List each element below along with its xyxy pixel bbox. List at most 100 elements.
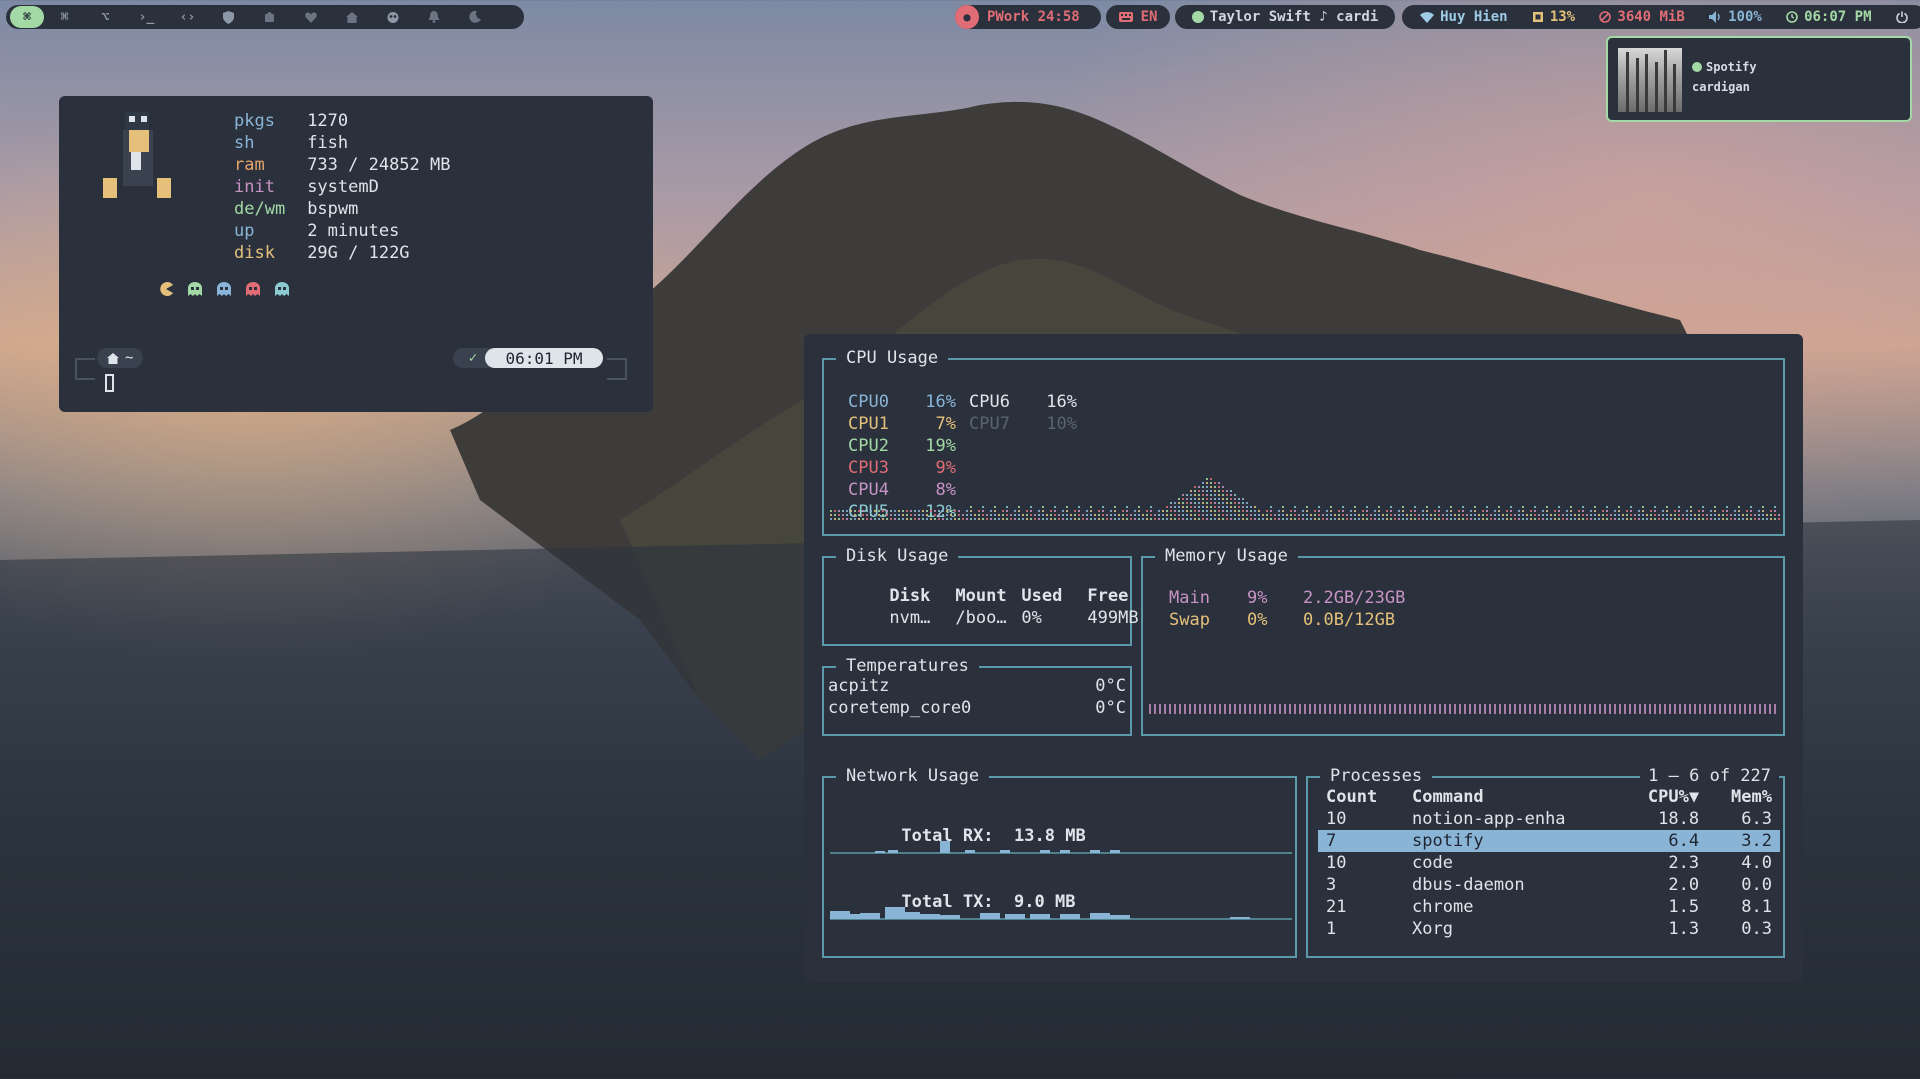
ghost-icon — [246, 282, 260, 296]
rx-graph — [830, 841, 1292, 854]
process-panel: Processes 1 – 6 of 227 Count Command CPU… — [1306, 766, 1785, 958]
fetch-key: up — [234, 221, 255, 241]
process-cell: 1.3 — [1668, 919, 1700, 939]
cpu-core-name: CPU7 — [969, 414, 1010, 434]
fetch-row: pkgs 1270 — [234, 110, 472, 132]
clock-icon — [1786, 11, 1798, 23]
workspace-6[interactable] — [208, 6, 249, 28]
disk-panel: Disk Usage Disk Mount Used Free nvm…/boo… 0%… — [822, 546, 1139, 646]
col-count[interactable]: Count — [1318, 786, 1404, 808]
fetch-value: 29G / 122G — [307, 243, 410, 263]
workspace-12[interactable] — [454, 6, 495, 28]
tx-graph — [830, 907, 1292, 920]
shield-icon — [223, 10, 234, 24]
workspace-7[interactable] — [249, 6, 290, 28]
status-bar: Huy Hien 13% 3640 MiB 100% 06:07 PM — [1402, 5, 1920, 29]
ghost-icon — [217, 282, 231, 296]
process-row[interactable]: 3 dbus-daemon 2.0 0.0 — [1318, 874, 1780, 896]
disk-panel-title: Disk Usage — [836, 546, 959, 566]
memory-amount: 0.0B/12GB — [1303, 610, 1396, 630]
process-cell: 2.3 — [1668, 853, 1700, 873]
process-cell: 8.1 — [1741, 897, 1772, 917]
now-playing-text: Taylor Swift ♪ cardi — [1209, 9, 1379, 25]
pomodoro-timer: PWork 24:58 — [987, 9, 1080, 25]
pomodoro-widget[interactable]: ● PWork 24:58 — [955, 5, 1101, 29]
disk-cell: 499MB — [1087, 608, 1139, 628]
process-cell: 7 — [1318, 830, 1405, 852]
fetch-value: systemD — [307, 177, 379, 197]
volume-status[interactable]: 100% — [1709, 9, 1762, 25]
process-row[interactable]: 1 Xorg 1.3 0.3 — [1318, 918, 1780, 940]
cpu-icon — [1532, 12, 1543, 22]
disk-cell: 0% — [1021, 608, 1042, 628]
fetch-value: 733 / 24852 MB — [307, 155, 451, 175]
col-command[interactable]: Command — [1404, 786, 1621, 808]
process-cell: notion-app-enha — [1412, 809, 1566, 829]
prompt-bracket-left — [75, 358, 95, 380]
owl-icon — [387, 12, 398, 23]
home-icon — [345, 11, 358, 23]
cpu-core-value: 10% — [1046, 414, 1077, 434]
memory-name: Swap — [1169, 610, 1210, 630]
process-cell: 10 — [1326, 809, 1347, 829]
process-cell: 4.0 — [1741, 853, 1772, 873]
temp-row: acpitz 0°C — [828, 676, 1126, 696]
fetch-info: pkgs 1270 sh fish ram 733 / 24852 MB init syste… — [234, 110, 472, 264]
cpu-core-list-b: CPU6 16% CPU7 10% — [969, 392, 1077, 436]
workspace-3[interactable]: ⌥ — [85, 6, 126, 28]
workspace-5[interactable]: ‹› — [167, 6, 208, 28]
fetch-row: sh fish — [234, 132, 472, 154]
temp-sensor: acpitz — [828, 676, 890, 696]
spotify-notification[interactable]: Spotify cardigan — [1606, 36, 1912, 122]
network-panel: Network Usage Total RX: 13.8 MB Total TX… — [822, 766, 1297, 958]
workspace-8[interactable] — [290, 6, 331, 28]
wifi-status[interactable]: Huy Hien — [1420, 9, 1508, 25]
workspace-1[interactable]: ⌘ — [10, 6, 44, 28]
workspace-11[interactable] — [413, 6, 454, 28]
process-cell: dbus-daemon — [1412, 875, 1525, 895]
color-ghosts — [159, 282, 289, 296]
temp-row: coretemp_core0 0°C — [828, 698, 1126, 718]
col-mem[interactable]: Mem% — [1707, 786, 1780, 808]
disk-row[interactable]: nvm… /boo… 0% 499MB — [828, 588, 1139, 648]
workspace-10[interactable] — [372, 6, 413, 28]
process-cell: 0.0 — [1741, 875, 1772, 895]
process-row[interactable]: 7 spotify 6.4 3.2 — [1318, 830, 1780, 852]
memory-amount: 2.2GB/23GB — [1303, 588, 1406, 608]
cpu-core-name: CPU1 — [848, 414, 889, 434]
memory-graph — [1149, 704, 1779, 714]
fetch-row: disk 29G / 122G — [234, 242, 472, 264]
workspace-2[interactable]: ⌘ — [44, 6, 85, 28]
code-icon: ‹› — [179, 9, 196, 25]
process-row[interactable]: 21 chrome 1.5 8.1 — [1318, 896, 1780, 918]
album-art — [1618, 48, 1682, 112]
process-cell: chrome — [1412, 897, 1474, 917]
fetch-key: disk — [234, 243, 275, 263]
clock-time: 06:07 PM — [1804, 9, 1872, 25]
col-cpu[interactable]: CPU%▼ — [1621, 786, 1707, 808]
workspace-4[interactable]: ›_ — [126, 6, 167, 28]
spotify-icon — [1191, 11, 1204, 23]
tux-icon — [103, 112, 171, 198]
cpu-core-value: 16% — [1046, 392, 1077, 412]
process-cell: 6.3 — [1741, 809, 1772, 829]
process-cell: spotify — [1404, 830, 1622, 852]
process-cell: code — [1412, 853, 1453, 873]
workspace-9[interactable] — [331, 6, 372, 28]
prompt-dir-text: ~ — [125, 350, 134, 366]
keyboard-layout[interactable]: EN — [1106, 5, 1170, 29]
memory-status[interactable]: 3640 MiB — [1599, 9, 1685, 25]
fetch-row: up 2 minutes — [234, 220, 472, 242]
process-cell: 1 — [1326, 919, 1337, 939]
text-cursor[interactable] — [105, 374, 114, 392]
clock[interactable]: 06:07 PM — [1786, 9, 1872, 25]
bell-icon — [428, 11, 439, 23]
fetch-row: init systemD — [234, 176, 472, 198]
process-row[interactable]: 10 code 2.3 4.0 — [1318, 852, 1780, 874]
btop-window[interactable]: CPU Usage CPU0 16% CPU1 7% CPU2 19% CPU3 9% CPU4… — [804, 334, 1803, 982]
now-playing[interactable]: Taylor Swift ♪ cardi — [1175, 5, 1395, 29]
power-button[interactable] — [1895, 11, 1908, 23]
process-row[interactable]: 10 notion-app-enha 18.8 6.3 — [1318, 808, 1780, 830]
cpu-status[interactable]: 13% — [1532, 9, 1575, 25]
fetch-terminal[interactable]: pkgs 1270 sh fish ram 733 / 24852 MB init syste… — [59, 96, 653, 412]
